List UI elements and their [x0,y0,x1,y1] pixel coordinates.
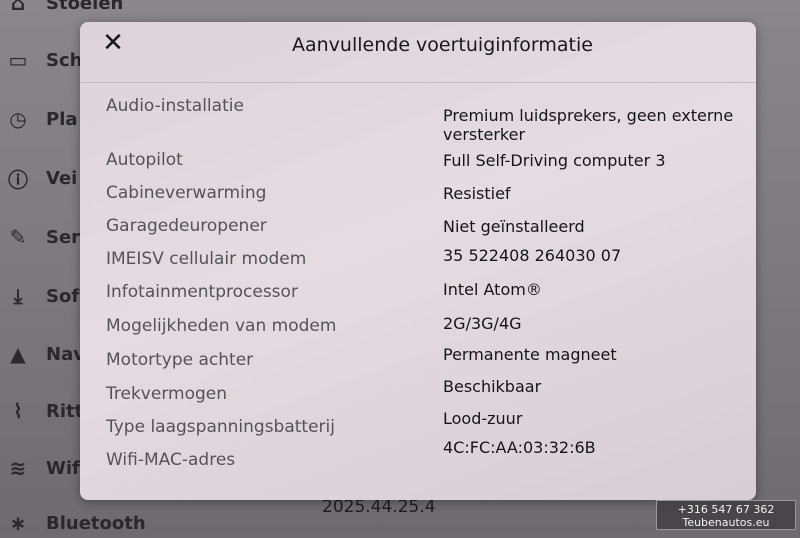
info-value: Premium luidsprekers, geen externe verst… [443,106,734,144]
info-label: Type laagspanningsbatterij [106,417,335,437]
menu-item-label: Stoelen [46,0,124,14]
vehicle-info-modal: ✕ Aanvullende voertuiginformatie Audio-i… [80,22,756,500]
info-label: Infotainmentprocessor [106,282,298,302]
watermark-phone: +316 547 67 362 [677,503,775,516]
wrench-icon: ✎ [9,225,27,249]
wifi-icon: ≋ [9,456,27,480]
car-icon: ⌂ [10,0,26,15]
watermark-site: Teubenautos.eu [682,516,770,529]
info-value: 35 522408 264030 07 [443,246,622,265]
download-icon: ⤓ [13,284,23,308]
schedule-icon: ◷ [9,107,27,131]
menu-item-seats[interactable]: ⌂ Stoelen [6,0,124,18]
menu-item-safety[interactable]: ⓘ Vei [6,163,77,193]
menu-item-label: Pla [46,108,78,130]
info-label: Trekvermogen [106,384,228,404]
menu-item-label: Sch [46,49,83,71]
menu-item-trips[interactable]: ⌇ Ritt [6,396,83,426]
menu-item-display[interactable]: ▭ Sch [6,45,83,75]
info-value: Full Self-Driving computer 3 [443,151,666,170]
info-label: Wifi-MAC-adres [106,450,236,470]
menu-item-wifi[interactable]: ≋ Wif [6,453,80,483]
info-label: IMEISV cellulair modem [106,249,307,269]
info-label: Cabineverwarming [106,183,267,203]
info-value: Beschikbaar [443,377,542,396]
menu-item-label: Vei [46,167,78,189]
info-value: Permanente magneet [443,345,617,364]
info-label: Mogelijkheden van modem [106,316,337,336]
software-version: 2025.44.25.4 [322,497,436,517]
info-label: Autopilot [106,150,183,170]
close-icon[interactable]: ✕ [98,28,128,58]
info-label: Motortype achter [106,350,254,370]
bluetooth-icon: ∗ [9,511,27,535]
display-icon: ▭ [8,48,28,72]
safety-icon: ⓘ [8,167,28,192]
navigation-icon: ▲ [10,342,26,366]
info-label: Garagedeuropener [106,216,267,236]
modal-header: ✕ Aanvullende voertuiginformatie [80,22,756,83]
info-value: Lood-zuur [443,409,523,428]
dealer-watermark: +316 547 67 362 Teubenautos.eu [656,500,796,530]
trips-icon: ⌇ [13,399,23,423]
info-value: Intel Atom® [443,280,542,299]
info-label: Audio-installatie [106,96,244,116]
info-value: Resistief [443,184,511,203]
info-value: Niet geïnstalleerd [443,217,585,236]
menu-item-service[interactable]: ✎ Ser [6,222,80,252]
menu-item-label: Ritt [46,400,84,422]
menu-item-label: Bluetooth [46,512,146,534]
menu-item-navigation[interactable]: ▲ Nav [6,339,85,369]
info-value: 4C:FC:AA:03:32:6B [443,438,596,457]
menu-item-label: Sof [46,285,80,307]
menu-item-software[interactable]: ⤓ Sof [6,281,80,311]
menu-item-label: Ser [46,226,81,248]
info-value: 2G/3G/4G [443,314,522,333]
menu-item-schedule[interactable]: ◷ Pla [6,104,78,134]
modal-title: Aanvullende voertuiginformatie [292,34,593,56]
menu-item-label: Wif [46,457,80,479]
